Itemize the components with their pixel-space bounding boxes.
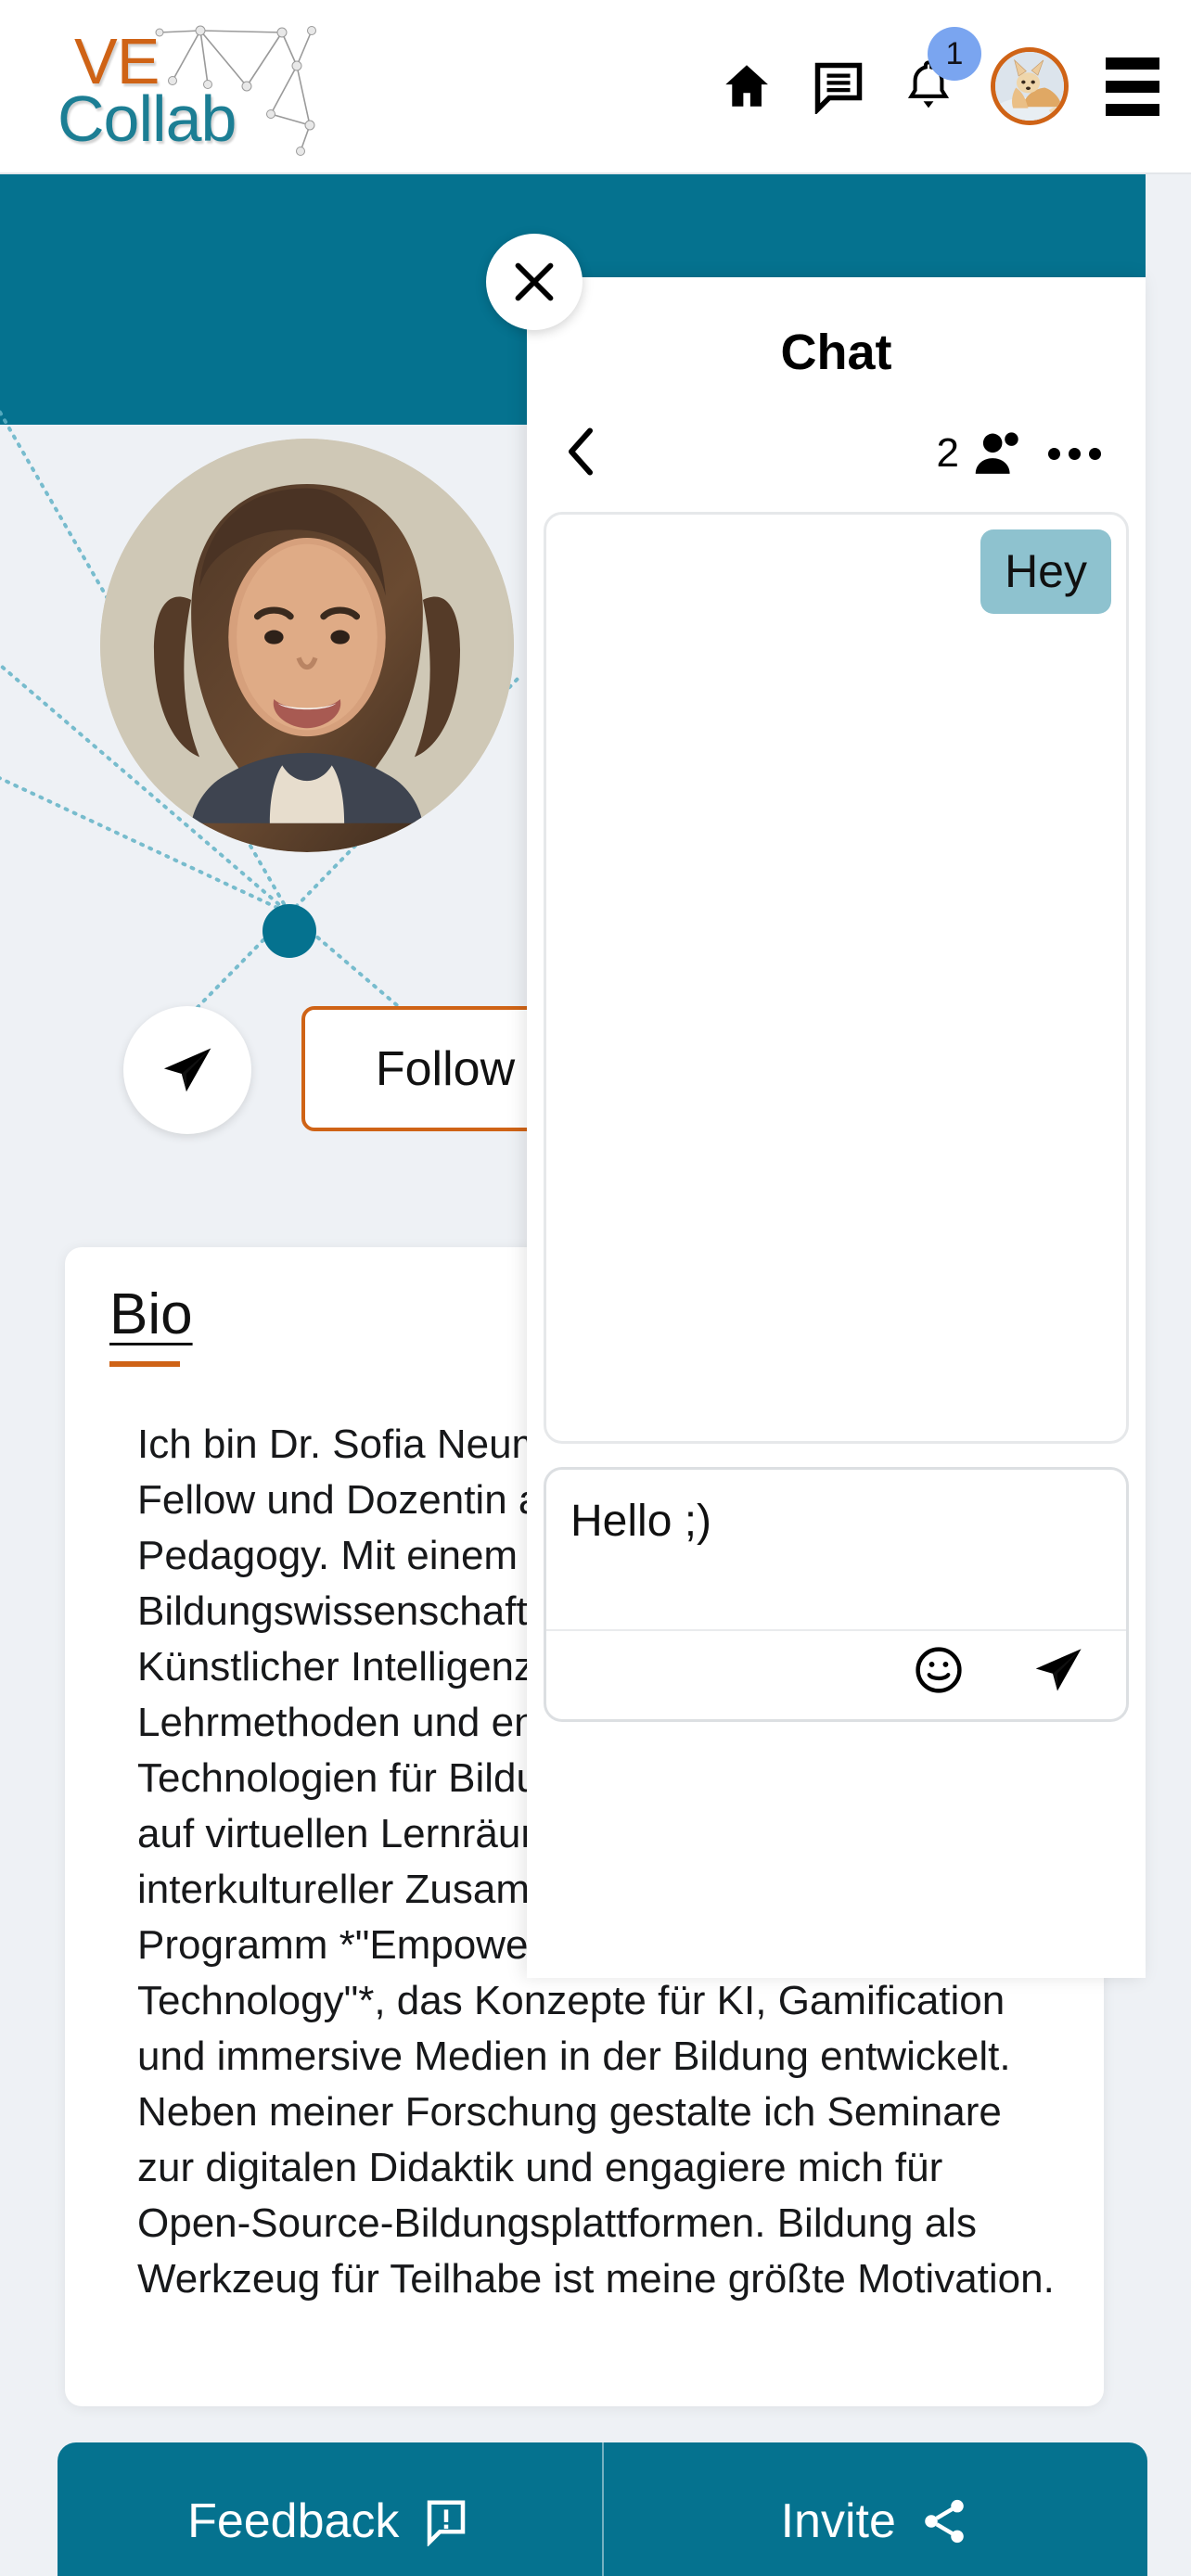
chat-more-options-button[interactable] — [1048, 447, 1101, 460]
chat-input-actions — [546, 1626, 1126, 1719]
home-icon[interactable] — [720, 59, 774, 113]
invite-button-label: Invite — [780, 2494, 896, 2548]
chat-message-bubble: Hey — [980, 529, 1111, 614]
chat-message-list[interactable]: Hey — [544, 512, 1129, 1444]
feedback-button[interactable]: Feedback — [58, 2442, 602, 2576]
bio-heading-accent — [109, 1361, 180, 1367]
profile-photo-image — [100, 439, 514, 852]
header-icon-group: 1 — [720, 27, 1165, 125]
app-root: VE Collab 1 Follow Bio Ich bin Dr. Sofia… — [0, 0, 1191, 2576]
chat-bubble-glyph — [814, 62, 863, 114]
chat-members-button[interactable]: 2 — [937, 429, 1024, 478]
notifications-icon[interactable]: 1 — [903, 27, 981, 114]
app-header: VE Collab 1 — [0, 0, 1191, 174]
close-icon — [515, 262, 554, 301]
bio-heading: Bio — [109, 1282, 193, 1346]
feedback-icon — [428, 2500, 466, 2546]
chat-panel: Chat 2 Hey Hello ;) — [527, 277, 1146, 1978]
profile-photo[interactable] — [100, 439, 514, 852]
chat-send-button[interactable] — [1030, 1641, 1087, 1703]
invite-button[interactable]: Invite — [604, 2442, 1148, 2576]
chevron-left-icon — [569, 427, 593, 475]
home-glyph — [725, 65, 768, 107]
smiley-icon — [916, 1647, 962, 1693]
app-logo[interactable]: VE Collab — [32, 12, 338, 160]
hamburger-menu-icon[interactable] — [1106, 57, 1159, 116]
bottom-action-bar: Feedback Invite — [58, 2442, 1147, 2576]
logo-text-collab: Collab — [58, 83, 237, 155]
avatar[interactable] — [991, 47, 1069, 125]
burger-line — [1106, 57, 1159, 70]
burger-line — [1106, 103, 1159, 116]
dot — [1089, 447, 1101, 460]
chat-back-button[interactable] — [560, 424, 601, 484]
chat-members-count: 2 — [936, 430, 959, 476]
burger-line — [1106, 80, 1159, 93]
dot — [1048, 447, 1060, 460]
chat-input-field[interactable]: Hello ;) — [570, 1496, 1108, 1547]
paper-plane-icon — [163, 1048, 211, 1092]
share-icon — [925, 2499, 964, 2544]
feedback-button-label: Feedback — [187, 2494, 400, 2548]
online-status-indicator — [263, 904, 316, 958]
paper-plane-icon — [1035, 1649, 1082, 1691]
fennec-fox-avatar-image — [995, 52, 1064, 121]
send-message-button[interactable] — [123, 1006, 251, 1134]
chat-subheader: 2 — [527, 402, 1146, 504]
chat-title: Chat — [780, 325, 892, 380]
messages-icon[interactable] — [811, 58, 866, 114]
notification-badge: 1 — [928, 27, 981, 81]
emoji-picker-button[interactable] — [913, 1644, 965, 1701]
chat-input-container[interactable]: Hello ;) — [544, 1467, 1129, 1722]
dot — [1069, 447, 1081, 460]
chat-close-button[interactable] — [486, 234, 583, 330]
people-icon — [975, 432, 1018, 474]
follow-button-label: Follow — [375, 1041, 516, 1096]
